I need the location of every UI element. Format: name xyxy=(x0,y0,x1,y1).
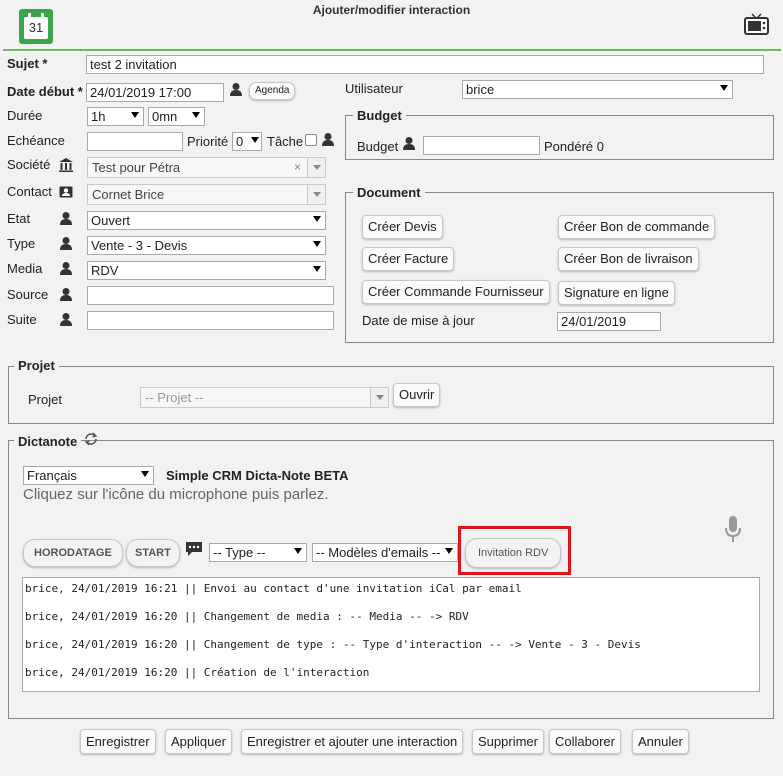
window-title: Ajouter/modifier interaction xyxy=(312,3,471,17)
header-divider xyxy=(3,49,781,51)
echeance-label: Echéance xyxy=(7,133,65,148)
budget-label: Budget xyxy=(357,139,399,154)
microphone-hint: Cliquez sur l'icône du microphone puis p… xyxy=(23,486,329,503)
clear-icon[interactable]: × xyxy=(294,160,301,174)
log-line: brice, 24/01/2019 16:20 || Changement de… xyxy=(25,638,641,651)
priorite-select[interactable]: 0 xyxy=(232,132,262,151)
highlight-box xyxy=(458,526,571,575)
duree-minutes-select[interactable]: 0mn xyxy=(148,107,205,126)
log-line: brice, 24/01/2019 16:21 || Envoi au cont… xyxy=(25,582,522,595)
chevron-down-icon[interactable] xyxy=(307,158,325,177)
projet-fieldset xyxy=(8,366,774,424)
start-button[interactable]: START xyxy=(126,539,180,567)
user-icon[interactable] xyxy=(229,82,243,96)
projet-combo[interactable]: -- Projet -- xyxy=(140,387,389,408)
source-label: Source xyxy=(7,287,49,302)
dictanote-legend: Dictanote xyxy=(14,434,82,449)
type-select[interactable]: Vente - 3 - Devis xyxy=(87,236,326,255)
budget-legend: Budget xyxy=(353,108,406,123)
refresh-icon[interactable] xyxy=(84,432,98,446)
document-legend: Document xyxy=(353,185,425,200)
utilisateur-select[interactable]: brice xyxy=(462,80,733,99)
media-select[interactable]: RDV xyxy=(87,261,326,280)
type-modele-select[interactable]: -- Type -- xyxy=(209,543,307,562)
microphone-icon[interactable] xyxy=(724,515,742,543)
creer-devis-button[interactable]: Créer Devis xyxy=(362,215,443,239)
calendar-icon: 31 xyxy=(19,9,53,44)
suite-input[interactable] xyxy=(87,311,334,330)
etat-label: Etat xyxy=(7,211,31,226)
user-icon[interactable] xyxy=(321,132,335,146)
projet-label: Projet xyxy=(28,392,62,407)
contact-label: Contact xyxy=(7,184,52,199)
building-icon xyxy=(59,158,73,172)
duree-label: Durée xyxy=(7,108,43,123)
tache-label: Tâche xyxy=(267,134,304,149)
language-select[interactable]: Français xyxy=(23,466,154,485)
speech-bubble-icon[interactable] xyxy=(185,541,203,557)
priorite-label: Priorité xyxy=(187,134,229,149)
dictanote-product: Simple CRM Dicta-Note BETA xyxy=(166,468,349,483)
user-icon[interactable] xyxy=(402,136,416,150)
creer-bon-commande-button[interactable]: Créer Bon de commande xyxy=(558,215,716,239)
sujet-label: Sujet * xyxy=(7,56,48,71)
user-icon[interactable] xyxy=(59,211,73,225)
user-icon[interactable] xyxy=(59,287,73,301)
date-maj-label: Date de mise à jour xyxy=(362,313,475,328)
user-icon[interactable] xyxy=(59,312,73,326)
supprimer-button[interactable]: Supprimer xyxy=(472,729,544,754)
duree-hours-select[interactable]: 1h xyxy=(87,107,144,126)
enregistrer-ajouter-button[interactable]: Enregistrer et ajouter une interaction xyxy=(241,729,464,754)
log-line: brice, 24/01/2019 16:20 || Création de l… xyxy=(25,666,370,679)
creer-facture-button[interactable]: Créer Facture xyxy=(362,247,455,271)
annuler-button[interactable]: Annuler xyxy=(632,729,689,754)
enregistrer-button[interactable]: Enregistrer xyxy=(80,729,156,754)
user-icon[interactable] xyxy=(59,261,73,275)
horodatage-button[interactable]: HORODATAGE xyxy=(23,539,123,567)
date-debut-input[interactable] xyxy=(86,83,224,102)
date-maj-input[interactable] xyxy=(557,312,661,331)
date-debut-label: Date début * xyxy=(7,84,83,99)
type-label: Type xyxy=(7,236,36,251)
chevron-down-icon[interactable] xyxy=(370,388,388,407)
chevron-down-icon[interactable] xyxy=(307,185,325,204)
dictanote-log[interactable]: brice, 24/01/2019 16:21 || Envoi au cont… xyxy=(22,577,760,692)
utilisateur-label: Utilisateur xyxy=(345,81,403,96)
modeles-emails-select[interactable]: -- Modèles d'emails -- xyxy=(312,543,458,562)
sujet-input[interactable] xyxy=(86,55,764,74)
collaborer-button[interactable]: Collaborer xyxy=(549,729,621,754)
suite-label: Suite xyxy=(7,312,37,327)
user-icon[interactable] xyxy=(59,236,73,250)
contact-card-icon xyxy=(59,186,73,198)
agenda-button[interactable]: Agenda xyxy=(249,82,296,100)
tache-checkbox[interactable] xyxy=(305,134,317,146)
calendar-day: 31 xyxy=(24,17,48,39)
ouvrir-button[interactable]: Ouvrir xyxy=(393,383,441,407)
source-input[interactable] xyxy=(87,286,334,305)
societe-combo[interactable]: Test pour Pétra × xyxy=(87,157,326,178)
signature-en-ligne-button[interactable]: Signature en ligne xyxy=(558,281,675,305)
tv-icon[interactable] xyxy=(744,13,769,35)
contact-combo[interactable]: Cornet Brice xyxy=(87,184,326,205)
budget-input[interactable] xyxy=(423,136,540,155)
societe-label: Société xyxy=(7,157,51,172)
pondere-label: Pondéré 0 xyxy=(544,139,604,154)
media-label: Media xyxy=(7,261,43,276)
echeance-input[interactable] xyxy=(87,132,183,151)
creer-commande-fournisseur-button[interactable]: Créer Commande Fournisseur xyxy=(362,280,550,304)
projet-legend: Projet xyxy=(14,358,59,373)
etat-select[interactable]: Ouvert xyxy=(87,211,326,230)
appliquer-button[interactable]: Appliquer xyxy=(165,729,232,754)
log-line: brice, 24/01/2019 16:20 || Changement de… xyxy=(25,610,469,623)
creer-bon-livraison-button[interactable]: Créer Bon de livraison xyxy=(558,247,699,271)
